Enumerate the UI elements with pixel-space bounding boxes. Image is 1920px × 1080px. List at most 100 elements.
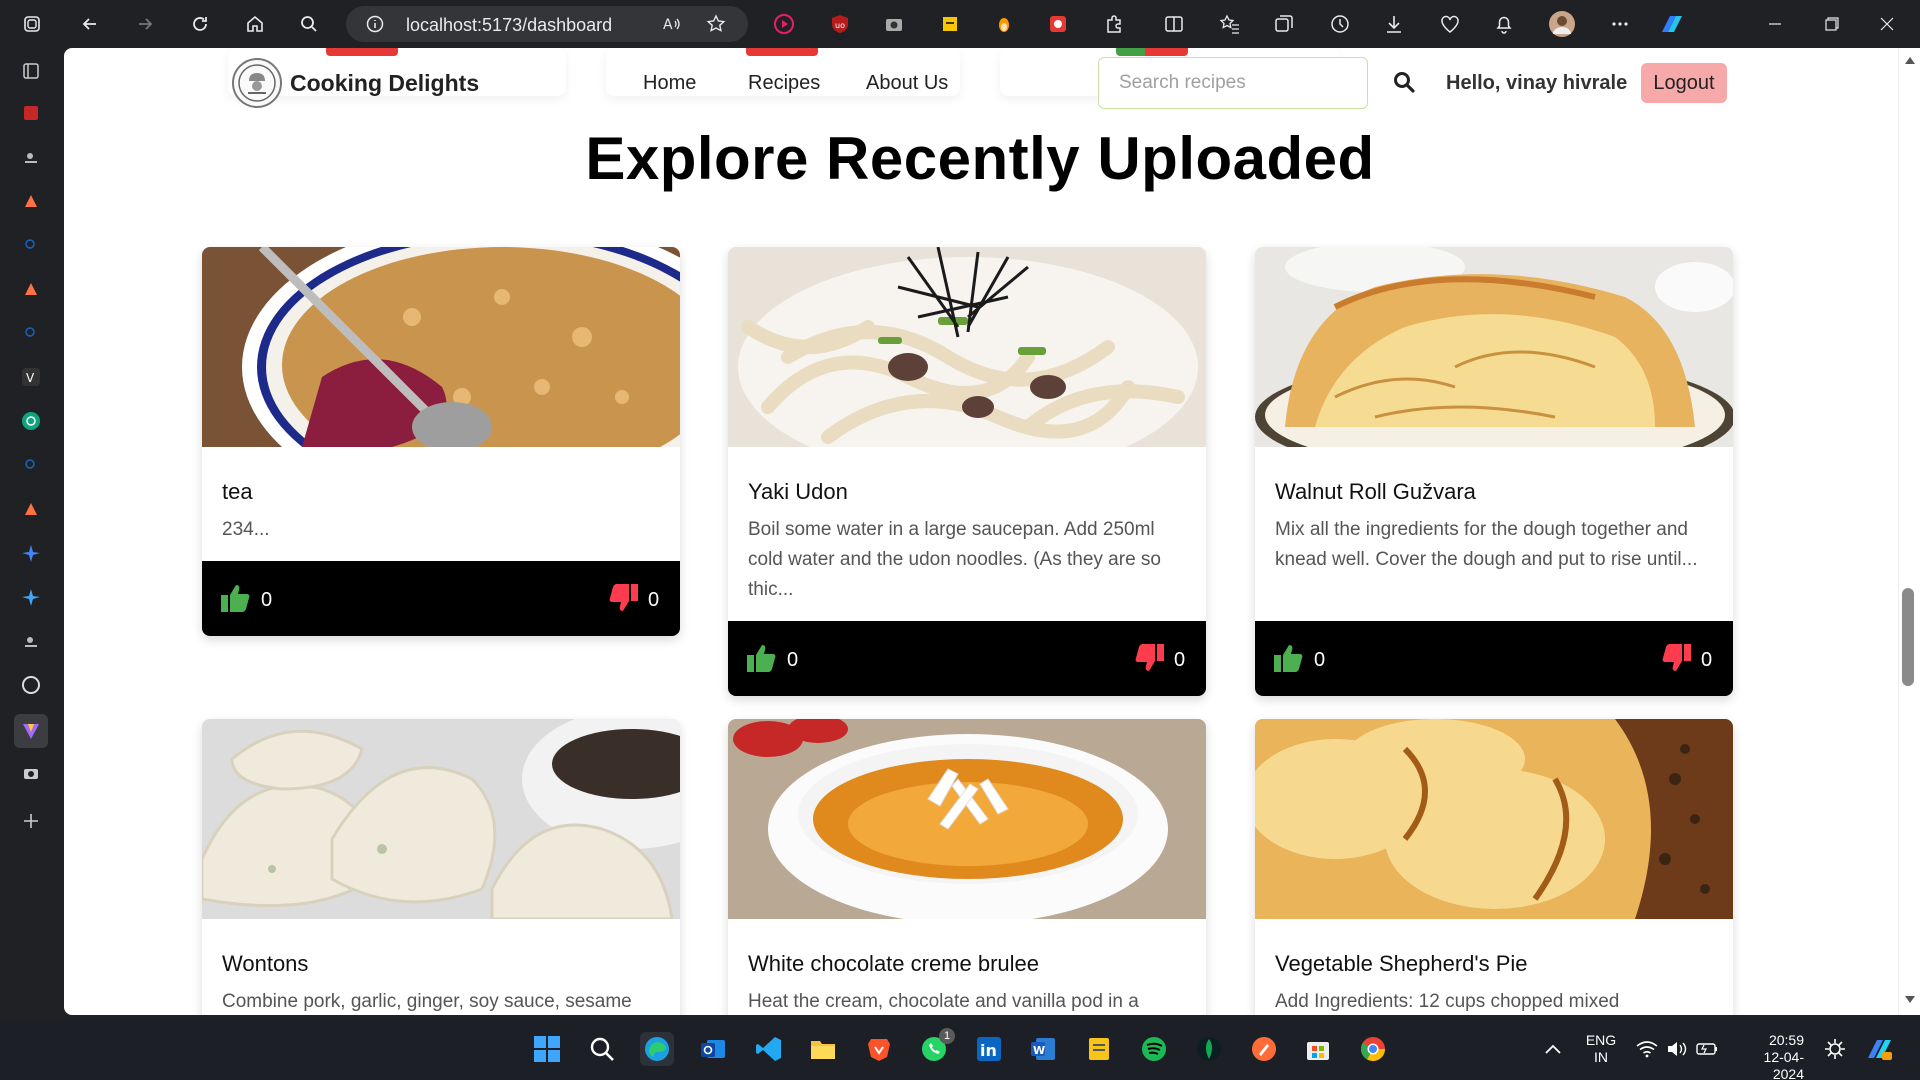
start-windows-icon[interactable] (530, 1032, 564, 1066)
red-extension-icon[interactable] (1044, 10, 1072, 38)
app-tab-icon-2[interactable] (18, 276, 44, 302)
search-tab-icon-3[interactable] (18, 452, 44, 478)
logout-button[interactable]: Logout (1641, 63, 1727, 103)
recipe-card[interactable]: Wontons Combine pork, garlic, ginger, so… (202, 719, 680, 1015)
close-window-icon[interactable] (1875, 12, 1899, 36)
downloads-icon[interactable] (1380, 10, 1408, 38)
recipe-card[interactable]: Yaki Udon Boil some water in a large sau… (728, 247, 1206, 696)
spotify-icon[interactable] (1137, 1032, 1171, 1066)
camera-extension-icon[interactable] (880, 10, 908, 38)
search-recipes-input[interactable] (1098, 57, 1368, 109)
brand-logo[interactable] (232, 58, 282, 108)
recipe-title[interactable]: Vegetable Shepherd's Pie (1275, 951, 1528, 977)
weather-tab-icon[interactable] (18, 144, 44, 170)
favorites-icon[interactable] (1216, 10, 1244, 38)
recipe-title[interactable]: Yaki Udon (748, 479, 848, 505)
copilot-icon[interactable] (1658, 10, 1686, 38)
thumbs-down-icon[interactable] (1660, 643, 1692, 673)
search-icon[interactable] (1392, 70, 1418, 96)
scrollbar-thumb[interactable] (1902, 588, 1914, 686)
extensions-puzzle-icon[interactable] (1100, 10, 1128, 38)
file-explorer-icon[interactable] (806, 1032, 840, 1066)
thumbs-up-icon[interactable] (220, 583, 252, 613)
address-bar[interactable]: localhost:5173/dashboard A (346, 6, 748, 42)
fire-extension-icon[interactable] (990, 10, 1018, 38)
recipe-title[interactable]: White chocolate creme brulee (748, 951, 1039, 977)
taskbar-search-icon[interactable] (585, 1032, 619, 1066)
search-icon[interactable] (295, 10, 323, 38)
profile-avatar[interactable] (1548, 10, 1576, 38)
vite-active-tab-icon[interactable] (14, 714, 48, 748)
thumbs-down-icon[interactable] (1133, 643, 1165, 673)
forward-icon[interactable] (131, 10, 159, 38)
minimize-window-icon[interactable] (1763, 12, 1787, 36)
copilot-taskbar-icon[interactable] (1862, 1032, 1896, 1066)
brand-name[interactable]: Cooking Delights (290, 70, 479, 97)
split-screen-icon[interactable] (1160, 10, 1188, 38)
vscode-icon[interactable] (752, 1032, 786, 1066)
gemini-tab-icon[interactable] (18, 540, 44, 566)
notifications-bell-icon[interactable] (1490, 10, 1518, 38)
thumbs-down-icon[interactable] (607, 583, 639, 613)
recipe-card[interactable]: White chocolate creme brulee Heat the cr… (728, 719, 1206, 1015)
restore-window-icon[interactable] (1820, 12, 1844, 36)
postman-icon[interactable] (1247, 1032, 1281, 1066)
ublock-icon[interactable]: uo (826, 10, 854, 38)
outlook-icon[interactable] (696, 1032, 730, 1066)
history-icon[interactable] (1326, 10, 1354, 38)
microsoft-store-icon[interactable] (1301, 1032, 1335, 1066)
nav-link-home[interactable]: Home (643, 72, 696, 95)
scroll-up-icon[interactable] (1904, 56, 1916, 66)
recipe-card[interactable]: Vegetable Shepherd's Pie Add Ingredients… (1255, 719, 1733, 1015)
recipe-card[interactable]: Walnut Roll Gužvara Mix all the ingredie… (1255, 247, 1733, 696)
whatsapp-icon[interactable]: 1 (917, 1028, 955, 1066)
workspaces-icon[interactable] (18, 10, 46, 38)
url-text[interactable]: localhost:5173/dashboard (406, 15, 612, 36)
search-tab-icon-2[interactable] (18, 320, 44, 346)
github-tab-icon[interactable] (18, 672, 44, 698)
refresh-icon[interactable] (186, 10, 214, 38)
focus-settings-icon[interactable] (1818, 1032, 1852, 1066)
volume-icon[interactable] (1660, 1032, 1694, 1066)
gemini-tab-icon-2[interactable] (18, 584, 44, 610)
vite-tab-icon[interactable]: V (18, 364, 44, 390)
chatgpt-tab-icon[interactable] (18, 408, 44, 434)
scroll-down-icon[interactable] (1904, 994, 1916, 1004)
nav-link-about-us[interactable]: About Us (866, 72, 948, 95)
favorite-star-icon[interactable] (706, 14, 726, 34)
more-options-icon[interactable] (1606, 10, 1634, 38)
show-hidden-icons-chevron[interactable] (1536, 1032, 1570, 1066)
wifi-icon[interactable] (1630, 1032, 1664, 1066)
collections-icon[interactable] (1270, 10, 1298, 38)
pdf-tab-icon[interactable] (18, 100, 44, 126)
app-tab-icon-3[interactable] (18, 496, 44, 522)
nav-link-recipes[interactable]: Recipes (748, 72, 820, 95)
word-icon[interactable]: W (1026, 1032, 1060, 1066)
linkedin-icon[interactable]: in (972, 1032, 1006, 1066)
site-info-icon[interactable] (366, 15, 384, 33)
edge-browser-icon[interactable] (640, 1032, 674, 1066)
mongodb-compass-icon[interactable] (1192, 1032, 1226, 1066)
sticky-notes-icon[interactable] (1082, 1032, 1116, 1066)
read-aloud-icon[interactable]: A (662, 15, 682, 33)
search-tab-icon[interactable] (18, 232, 44, 258)
recipe-title[interactable]: Walnut Roll Gužvara (1275, 479, 1476, 505)
app-tab-icon-1[interactable] (18, 188, 44, 214)
input-language[interactable]: ENG IN (1582, 1032, 1620, 1066)
camera-tab-icon[interactable] (18, 760, 44, 786)
home-icon[interactable] (241, 10, 269, 38)
chrome-icon[interactable] (1356, 1032, 1390, 1066)
tab-actions-icon[interactable] (18, 58, 44, 84)
brave-browser-icon[interactable] (862, 1032, 896, 1066)
add-tab-icon[interactable] (18, 808, 44, 834)
page-scrollbar[interactable] (1898, 48, 1920, 1015)
recipe-card[interactable]: tea 234... 0 0 (202, 247, 680, 636)
back-icon[interactable] (76, 10, 104, 38)
recipe-title[interactable]: tea (222, 479, 253, 505)
recipe-title[interactable]: Wontons (222, 951, 308, 977)
battery-icon[interactable] (1690, 1032, 1724, 1066)
thumbs-up-icon[interactable] (1273, 643, 1305, 673)
weather-tab-icon-2[interactable] (18, 628, 44, 654)
browser-essentials-icon[interactable] (1436, 10, 1464, 38)
thumbs-up-icon[interactable] (746, 643, 778, 673)
